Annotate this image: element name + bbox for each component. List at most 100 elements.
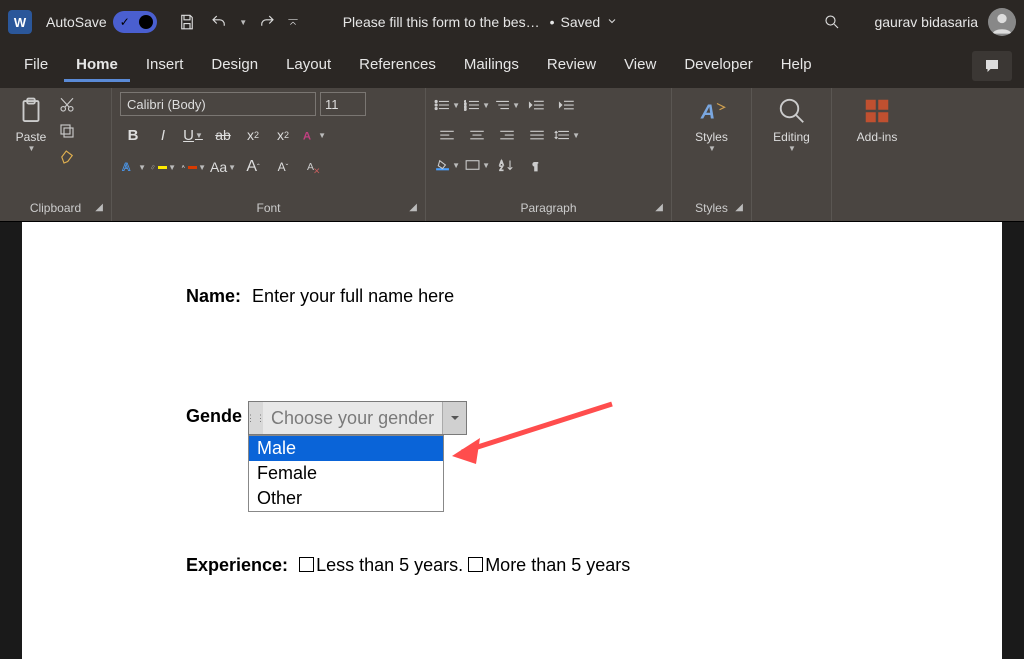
justify-button[interactable] [524, 124, 550, 146]
tab-mailings[interactable]: Mailings [452, 50, 531, 82]
dialog-launcher-icon[interactable]: ◢ [655, 202, 663, 213]
dialog-launcher-icon[interactable]: ◢ [409, 202, 417, 213]
gender-option[interactable]: Female [249, 461, 443, 486]
dialog-launcher-icon[interactable]: ◢ [735, 202, 743, 213]
increase-indent-button[interactable] [554, 94, 580, 116]
svg-text:3: 3 [464, 107, 467, 112]
font-size-input[interactable] [320, 92, 366, 116]
checkbox-more-than-5[interactable] [468, 557, 483, 572]
editing-button[interactable]: Editing ▼ [769, 92, 815, 153]
numbering-button[interactable]: 123▼ [464, 94, 490, 116]
borders-button[interactable]: ▼ [464, 154, 490, 176]
subscript-button[interactable]: x2 [240, 122, 266, 148]
text-effects-button[interactable]: A▼ [300, 122, 326, 148]
chevron-down-icon: ▼ [788, 144, 796, 153]
multilevel-list-button[interactable]: ▼ [494, 94, 520, 116]
change-case-button[interactable]: Aa▼ [210, 154, 236, 180]
svg-text:A: A [307, 161, 314, 173]
align-right-button[interactable] [494, 124, 520, 146]
font-color-button[interactable]: A▼ [180, 154, 206, 180]
save-icon[interactable] [173, 8, 201, 36]
shading-button[interactable]: ▼ [434, 154, 460, 176]
drag-handle-icon[interactable]: ⋮⋮ [249, 402, 263, 434]
name-label: Name: [186, 286, 241, 306]
group-label-font: Font [256, 201, 280, 215]
tab-view[interactable]: View [612, 50, 668, 82]
group-editing: Editing ▼ [752, 88, 832, 221]
tab-layout[interactable]: Layout [274, 50, 343, 82]
strikethrough-button[interactable]: ab [210, 122, 236, 148]
addins-button[interactable]: Add-ins [842, 92, 912, 144]
tab-file[interactable]: File [12, 50, 60, 82]
shrink-font-button[interactable]: Aˇ [270, 154, 296, 180]
grow-font-button[interactable]: Aˆ [240, 154, 266, 180]
comments-button[interactable] [972, 51, 1012, 81]
clear-formatting-button[interactable]: A [300, 154, 326, 180]
document-area[interactable]: Name: Enter your full name here Gende ⋮⋮… [0, 222, 1024, 659]
chevron-down-icon: ▼ [708, 144, 716, 153]
saved-status[interactable]: • Saved [550, 14, 619, 30]
font-name-input[interactable] [120, 92, 316, 116]
saved-label: Saved [561, 14, 601, 30]
copy-icon[interactable] [58, 122, 76, 140]
tab-review[interactable]: Review [535, 50, 608, 82]
gender-option[interactable]: Male [249, 436, 443, 461]
tab-help[interactable]: Help [769, 50, 824, 82]
toggle-knob [139, 15, 153, 29]
dialog-launcher-icon[interactable]: ◢ [95, 202, 103, 213]
autosave-toggle[interactable]: ✓ [113, 11, 157, 33]
svg-text:Z: Z [500, 166, 504, 172]
search-icon[interactable] [818, 8, 846, 36]
check-icon: ✓ [120, 15, 130, 29]
sort-button[interactable]: AZ [494, 154, 520, 176]
tab-references[interactable]: References [347, 50, 448, 82]
group-font: B I U▼ ab x2 x2 A▼ A▼ ▼ A▼ Aa▼ Aˆ Aˇ A [112, 88, 426, 221]
group-label-styles: Styles [695, 201, 728, 215]
name-placeholder[interactable]: Enter your full name here [252, 286, 454, 306]
show-marks-button[interactable]: ¶ [524, 154, 550, 176]
highlight-button[interactable]: ▼ [150, 154, 176, 180]
user-name[interactable]: gaurav bidasaria [874, 14, 978, 30]
line-spacing-button[interactable]: ▼ [554, 124, 580, 146]
group-addins: Add-ins [832, 88, 922, 221]
svg-text:A: A [303, 130, 311, 142]
group-label-clipboard: Clipboard [30, 201, 81, 215]
gender-dropdown[interactable]: ⋮⋮ Choose your gender MaleFemaleOther [248, 401, 467, 435]
tab-design[interactable]: Design [199, 50, 270, 82]
bullet-icon: • [550, 14, 555, 30]
document-title: Please fill this form to the bes… [343, 14, 540, 30]
align-left-button[interactable] [434, 124, 460, 146]
avatar[interactable] [988, 8, 1016, 36]
cut-icon[interactable] [58, 96, 76, 114]
tab-home[interactable]: Home [64, 50, 130, 82]
redo-icon[interactable] [253, 8, 281, 36]
svg-text:A: A [182, 164, 186, 169]
svg-text:¶: ¶ [533, 161, 539, 173]
gender-option[interactable]: Other [249, 486, 443, 511]
tab-insert[interactable]: Insert [134, 50, 196, 82]
svg-text:A: A [122, 162, 130, 174]
superscript-button[interactable]: x2 [270, 122, 296, 148]
experience-label: Experience: [186, 555, 288, 575]
underline-button[interactable]: U▼ [180, 122, 206, 148]
italic-button[interactable]: I [150, 122, 176, 148]
tab-developer[interactable]: Developer [672, 50, 764, 82]
styles-button[interactable]: A Styles ▼ [689, 92, 735, 153]
bold-button[interactable]: B [120, 122, 146, 148]
undo-icon[interactable] [205, 8, 233, 36]
text-effects-a-button[interactable]: A▼ [120, 154, 146, 180]
paste-button[interactable]: Paste ▼ [8, 92, 54, 153]
titlebar: W AutoSave ✓ ▼ Please fill this form to … [0, 0, 1024, 44]
qat-overflow-icon[interactable] [285, 8, 301, 36]
decrease-indent-button[interactable] [524, 94, 550, 116]
gender-dropdown-list[interactable]: MaleFemaleOther [248, 435, 444, 512]
ribbon: Paste ▼ Clipboard ◢ B I U▼ [0, 88, 1024, 222]
format-painter-icon[interactable] [58, 148, 76, 166]
bullets-button[interactable]: ▼ [434, 94, 460, 116]
align-center-button[interactable] [464, 124, 490, 146]
checkbox-less-than-5[interactable] [299, 557, 314, 572]
group-clipboard: Paste ▼ Clipboard ◢ [0, 88, 112, 221]
dropdown-arrow-icon[interactable] [442, 402, 466, 434]
page[interactable]: Name: Enter your full name here Gende ⋮⋮… [22, 222, 1002, 659]
undo-dropdown-icon[interactable]: ▼ [237, 8, 249, 36]
